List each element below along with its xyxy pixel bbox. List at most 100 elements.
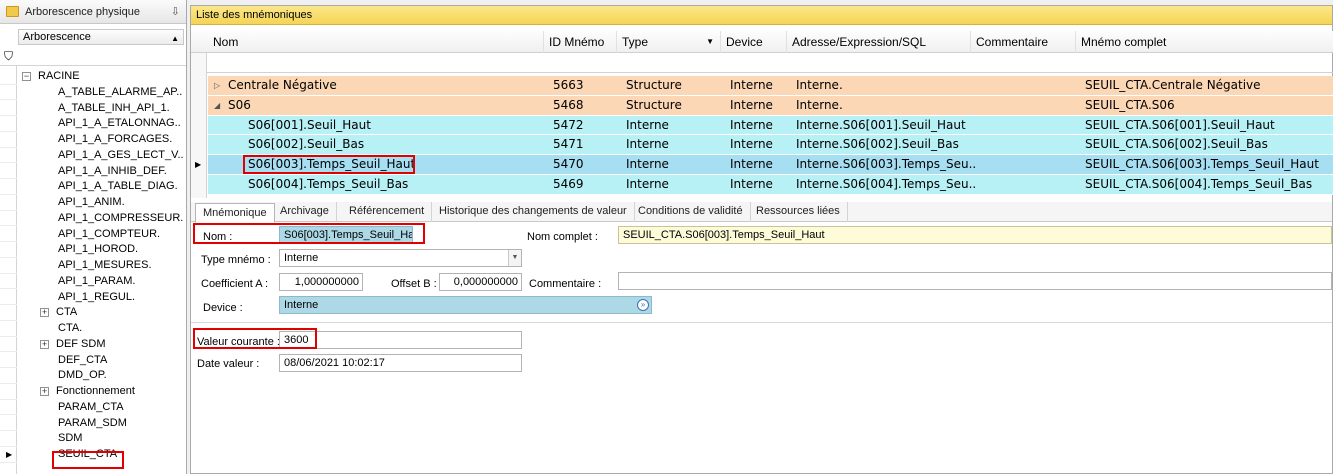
physical-tree-header: Arborescence physique ⇩ — [0, 0, 186, 24]
expand-arrow-icon[interactable]: ▷ — [214, 76, 220, 95]
cell-adresse: Interne. — [796, 78, 843, 92]
offset-field[interactable]: 0,000000000 — [439, 273, 522, 291]
tree-item-label: API_1_HOROD. — [58, 243, 139, 256]
date-valeur-field[interactable]: 08/06/2021 10:02:17 — [279, 354, 522, 372]
expand-icon[interactable]: + — [40, 387, 49, 396]
table-row[interactable]: S06[004].Temps_Seuil_Bas 5469 Interne Inter… — [208, 175, 1333, 195]
cell-nom-text: S06[004].Temps_Seuil_Bas — [248, 177, 409, 191]
folder-icon — [6, 6, 19, 17]
table-row[interactable]: S06[003].Temps_Seuil_Haut 5470 Interne Inte… — [208, 155, 1333, 175]
tree-row-indicator — [0, 179, 17, 195]
grid-header: Nom ID Mnémo Type ▼ Device Adresse/Expres… — [191, 31, 1333, 53]
tab-referencement[interactable]: Référencement — [342, 202, 433, 222]
tree-row-indicator — [0, 384, 17, 400]
tree-item-label: RACINE — [38, 70, 80, 82]
tab-historique[interactable]: Historique des changements de valeur — [432, 202, 635, 222]
type-mnemo-label: Type mnémo : — [201, 254, 271, 266]
tab-conditions[interactable]: Conditions de validité — [631, 202, 751, 222]
sort-ascending-icon: ▲ — [171, 34, 179, 43]
tree-row-indicator — [0, 368, 17, 384]
tree-row-indicator — [0, 148, 17, 164]
tree-item-label: API_1_ANIM. — [58, 196, 125, 208]
tree-item-label: PARAM_CTA — [58, 400, 124, 413]
col-header-device[interactable]: Device — [720, 31, 786, 53]
filter-icon[interactable]: ⛉ — [4, 49, 13, 64]
cell-device: Interne — [730, 157, 773, 172]
table-row[interactable]: ◢ S06 5468 Structure Interne Interne. SEUIL_CT… — [208, 95, 1333, 116]
tree-row-indicator — [0, 321, 17, 337]
detail-tabs: Mnémonique Archivage Référencement Histo… — [191, 202, 1332, 223]
tree-item-label: PARAM_SDM — [58, 416, 127, 429]
tree-row-indicator — [0, 69, 17, 85]
chevron-down-icon[interactable]: ▼ — [508, 250, 521, 266]
tree-row-indicator — [0, 353, 17, 369]
cell-nom: S06[003].Temps_Seuil_Haut — [208, 155, 543, 174]
cell-nom-text: Centrale Négative — [228, 78, 337, 92]
cell-nom: S06[001].Seuil_Haut — [208, 116, 543, 135]
tree-row-indicator — [0, 242, 17, 258]
cell-adresse: Interne.S06[001].Seuil_Haut — [796, 117, 966, 132]
tree-row-indicator-column: ▶ — [0, 66, 17, 474]
tree-filter-row[interactable]: ⛉ — [0, 47, 186, 66]
cell-adresse: Interne.S06[003].Temps_Seu... — [796, 157, 975, 172]
table-row[interactable]: S06[002].Seuil_Bas 5471 Interne Interne Inte… — [208, 135, 1333, 156]
cell-device: Interne — [730, 177, 773, 191]
col-header-complet[interactable]: Mnémo complet — [1075, 31, 1333, 53]
tree-item-label: API_1_A_FORCAGES. — [58, 133, 173, 145]
tree-row-indicator — [0, 400, 17, 416]
table-row[interactable]: ▷ Centrale Négative 5663 Structure Interne In… — [208, 76, 1333, 96]
coefficient-field[interactable]: 1,000000000 — [279, 273, 363, 291]
tree-row-indicator — [0, 85, 17, 101]
type-mnemo-value: Interne — [284, 252, 319, 264]
valeur-courante-field[interactable]: 3600 — [279, 331, 522, 349]
tree-item-label: CTA — [56, 306, 78, 319]
commentaire-field[interactable] — [618, 272, 1332, 290]
tree-row-indicator — [0, 337, 17, 353]
cell-commentaire — [975, 135, 1080, 154]
expand-icon[interactable]: + — [40, 339, 49, 349]
col-header-commentaire[interactable]: Commentaire — [970, 31, 1075, 53]
commentaire-label: Commentaire : — [529, 278, 602, 290]
cell-id: 5472 — [553, 117, 584, 132]
collapse-arrow-icon[interactable]: ◢ — [214, 96, 220, 115]
cell-commentaire — [975, 76, 1080, 95]
mnemonic-list-title: Liste des mnémoniques — [191, 6, 1332, 25]
col-header-id[interactable]: ID Mnémo — [543, 31, 616, 53]
tree-item-label: A_TABLE_INH_API_1. — [58, 101, 170, 114]
physical-tree-panel: Arborescence physique ⇩ Arborescence ▲ ⛉… — [0, 0, 187, 474]
nom-complet-field[interactable]: SEUIL_CTA.S06[003].Temps_Seuil_Haut — [618, 226, 1332, 244]
expand-icon[interactable]: + — [40, 308, 49, 318]
col-header-type[interactable]: Type ▼ — [616, 31, 720, 53]
type-mnemo-select[interactable]: Interne ▼ — [279, 249, 522, 267]
filter-dropdown-icon[interactable]: ▼ — [706, 31, 714, 53]
tree-item-label: SEUIL_CTA — [58, 448, 118, 460]
tree-item-label: DEF SDM — [56, 337, 106, 350]
device-field[interactable]: Interne » — [279, 296, 652, 314]
tree-item-label: API_1_COMPTEUR. — [58, 227, 161, 240]
tree-row-indicator — [0, 416, 17, 432]
tree-row-indicator — [0, 227, 17, 243]
table-row[interactable]: S06[001].Seuil_Haut 5472 Interne Interne Int… — [208, 115, 1333, 136]
tree-item-label: CTA. — [58, 322, 83, 334]
cell-type: Interne — [626, 177, 669, 191]
tree-item-label: DMD_OP. — [58, 369, 107, 382]
grid-filter-row[interactable]: ⛉ — [191, 53, 1333, 73]
cell-adresse: Interne.S06[002].Seuil_Bas — [796, 137, 959, 152]
collapse-icon[interactable]: − — [22, 72, 31, 81]
tree-item-label: API_1_A_INHIB_DEF. — [58, 164, 167, 177]
mnemonic-list-panel: Liste des mnémoniques Nom ID Mnémo Type ▼… — [190, 5, 1333, 474]
tree-row-indicator — [0, 211, 17, 227]
tree-column-header[interactable]: Arborescence ▲ — [18, 29, 184, 45]
cell-id: 5470 — [553, 157, 584, 172]
col-header-nom[interactable]: Nom — [208, 31, 543, 53]
navigate-icon[interactable]: » — [637, 299, 649, 311]
tab-ressources[interactable]: Ressources liées — [749, 202, 848, 222]
cell-id: 5469 — [553, 177, 584, 191]
pin-icon[interactable]: ⇩ — [171, 5, 180, 18]
nom-field[interactable]: S06[003].Temps_Seuil_Haut — [279, 226, 413, 244]
tab-archivage[interactable]: Archivage — [273, 202, 337, 222]
col-header-adresse[interactable]: Adresse/Expression/SQL — [786, 31, 970, 53]
cell-commentaire — [975, 96, 1080, 115]
tab-mnemonique[interactable]: Mnémonique — [195, 203, 275, 223]
tree-row-indicator — [0, 258, 17, 274]
